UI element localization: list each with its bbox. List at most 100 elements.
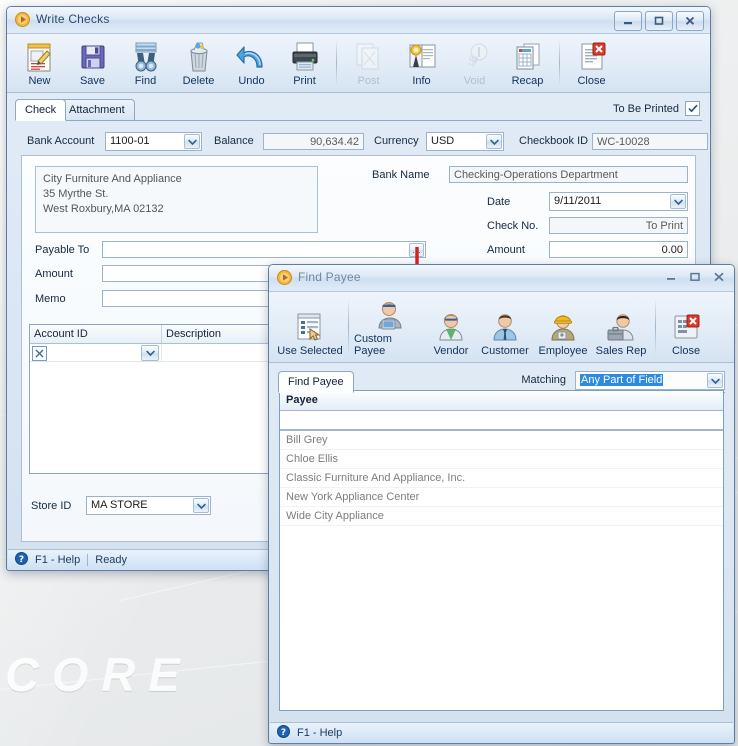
vendor-icon (435, 310, 467, 344)
toolbar-button-undo[interactable]: Undo (225, 38, 278, 90)
toolbar-button-print[interactable]: Print (278, 38, 331, 90)
toolbar-button-post[interactable]: Post (342, 38, 395, 90)
sales-rep-icon (605, 310, 637, 344)
payee-lookup-ellipsis-button[interactable]: … (409, 243, 424, 257)
minimize-button[interactable] (614, 11, 642, 31)
toolbar-label-find: Find (134, 75, 157, 87)
payee-list-header[interactable]: Payee (280, 391, 723, 411)
currency-label: Currency (374, 135, 419, 147)
tab-find-payee[interactable]: Find Payee (278, 371, 354, 393)
toolbar-label-close-dialog: Close (671, 345, 701, 357)
find-payee-toolbar: Use Selected Custom Payee Vendor Custome… (269, 292, 734, 363)
toolbar-button-sales-rep[interactable]: Sales Rep (592, 308, 650, 360)
matching-combo[interactable]: Any Part of Field (575, 371, 725, 390)
close-button[interactable] (712, 270, 726, 284)
date-combo[interactable]: 9/11/2011 (549, 192, 688, 211)
find-payee-window-controls (664, 270, 726, 284)
toolbar-label-delete: Delete (182, 75, 215, 87)
row-delete-icon[interactable] (32, 346, 47, 361)
toolbar-button-info[interactable]: Info (395, 38, 448, 90)
bank-account-row: Bank Account 1100-01 Balance 90,634.42 C… (21, 132, 708, 154)
app-logo-icon (15, 12, 30, 27)
tab-check[interactable]: Check (15, 99, 67, 121)
grid-cell-account-id[interactable] (30, 344, 162, 361)
undo-arrow-icon (235, 40, 268, 74)
toolbar-button-find[interactable]: Find (119, 38, 172, 90)
payee-list[interactable]: Payee Bill Grey Chloe Ellis Classic Furn… (279, 390, 724, 711)
tab-attachment[interactable]: Attachment (59, 99, 135, 121)
chevron-down-icon[interactable] (184, 134, 200, 149)
toolbar-separator-2 (559, 40, 560, 86)
store-id-label: Store ID (31, 500, 72, 512)
chevron-down-icon[interactable] (707, 373, 723, 388)
toolbar-label-recap: Recap (511, 75, 544, 87)
toolbar-button-close[interactable]: Close (565, 38, 618, 90)
list-item[interactable]: Wide City Appliance (280, 507, 723, 526)
store-id-combo[interactable]: MA STORE (86, 496, 211, 515)
amount-right-value: 0.00 (549, 241, 688, 258)
find-payee-toolbar-separator-2 (655, 298, 656, 356)
close-button[interactable] (676, 11, 704, 31)
help-icon[interactable]: ? (277, 724, 290, 741)
custom-payee-icon (374, 298, 406, 332)
encore-watermark: NCORE (0, 647, 193, 702)
payable-to-input[interactable]: … (102, 241, 426, 258)
to-be-printed-group: To Be Printed (613, 101, 700, 116)
toolbar-button-vendor[interactable]: Vendor (426, 308, 476, 360)
to-be-printed-label: To Be Printed (612, 102, 679, 115)
toolbar-button-use-selected[interactable]: Use Selected (277, 308, 343, 360)
tab-check-label: Check (25, 104, 57, 116)
toolbar-label-print: Print (293, 75, 316, 87)
status-separator (87, 553, 89, 566)
chevron-down-icon[interactable] (141, 345, 159, 361)
toolbar-button-new[interactable]: New (13, 38, 66, 90)
toolbar-label-vendor: Vendor (433, 345, 469, 357)
svg-text:?: ? (19, 555, 24, 565)
grid-column-account-id: Account ID (30, 325, 162, 343)
toolbar-button-void[interactable]: ! $ Void (448, 38, 501, 90)
maximize-button[interactable] (688, 270, 702, 284)
toolbar-button-custom-payee[interactable]: Custom Payee (354, 296, 426, 360)
toolbar-button-save[interactable]: Save (66, 38, 119, 90)
amount-label: Amount (35, 268, 73, 280)
toolbar-label-info: Info (412, 75, 431, 87)
chevron-down-icon[interactable] (670, 194, 686, 209)
toolbar-label-save: Save (79, 75, 106, 87)
status-help-label[interactable]: F1 - Help (35, 554, 80, 566)
toolbar-label-new: New (28, 75, 51, 87)
list-item[interactable]: New York Appliance Center (280, 488, 723, 507)
main-tabstrip: Check Attachment To Be Printed (15, 99, 702, 121)
store-id-value: MA STORE (91, 499, 148, 511)
find-payee-window: Find Payee Use Selected Custom Payee Ven… (268, 264, 735, 744)
bank-account-label: Bank Account (27, 135, 95, 147)
toolbar-button-customer[interactable]: Customer (476, 308, 534, 360)
find-payee-status-help-label[interactable]: F1 - Help (297, 727, 342, 739)
write-checks-title: Write Checks (36, 12, 110, 26)
minimize-button[interactable] (664, 270, 678, 284)
currency-value: USD (431, 135, 455, 147)
chevron-down-icon[interactable] (193, 498, 209, 513)
payee-list-body: Bill Grey Chloe Ellis Classic Furniture … (280, 430, 723, 526)
maximize-button[interactable] (645, 11, 673, 31)
svg-text:!: ! (476, 46, 480, 59)
list-item[interactable]: Chloe Ellis (280, 450, 723, 469)
help-icon[interactable]: ? (15, 551, 28, 568)
chevron-down-icon[interactable] (486, 134, 502, 149)
recap-report-icon (513, 40, 543, 74)
address-line-1: City Furniture And Appliance (43, 173, 182, 185)
list-item[interactable]: Bill Grey (280, 431, 723, 450)
toolbar-button-close-dialog[interactable]: Close (661, 308, 711, 360)
to-be-printed-checkbox[interactable] (685, 101, 700, 116)
close-window-icon (670, 310, 702, 344)
find-payee-titlebar: Find Payee (269, 265, 734, 292)
bank-account-combo[interactable]: 1100-01 (105, 132, 202, 151)
currency-combo[interactable]: USD (426, 132, 504, 151)
checkbook-id-label: Checkbook ID (519, 135, 589, 147)
write-checks-toolbar: New Save Find Delete Undo Print Post Inf… (7, 34, 710, 93)
list-item[interactable]: Classic Furniture And Appliance, Inc. (280, 469, 723, 488)
toolbar-button-recap[interactable]: Recap (501, 38, 554, 90)
toolbar-button-employee[interactable]: Employee (534, 308, 592, 360)
toolbar-button-delete[interactable]: Delete (172, 38, 225, 90)
payee-filter-input[interactable] (280, 411, 723, 430)
find-payee-status-bar: ? F1 - Help (270, 722, 733, 742)
